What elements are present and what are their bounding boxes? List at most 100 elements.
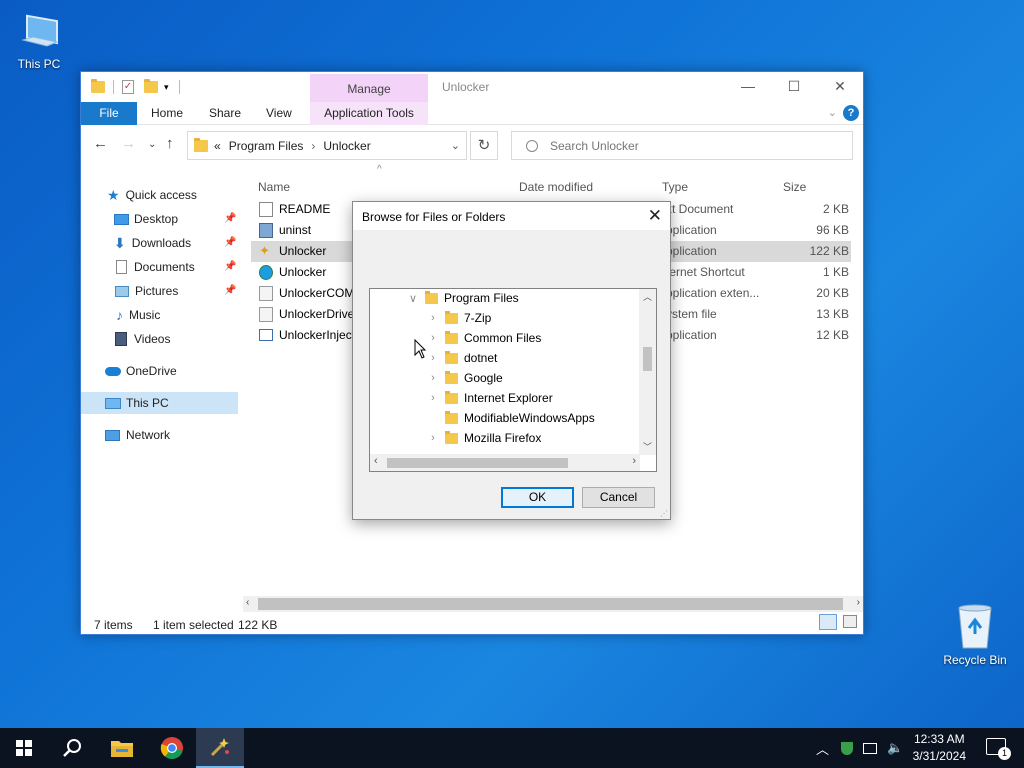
tree-item-common-files[interactable]: › Common Files	[425, 328, 541, 348]
chevron-right-icon[interactable]: ›	[425, 392, 441, 404]
search-input[interactable]: Search Unlocker	[511, 131, 853, 160]
sidebar-item-label: Documents	[134, 260, 195, 274]
sidebar-item-pictures[interactable]: Pictures 📌	[81, 280, 238, 302]
tree-item-modifiablewindowsapps[interactable]: ModifiableWindowsApps	[425, 408, 595, 428]
scroll-left-icon[interactable]: ‹	[374, 455, 378, 467]
tree-item-program-files[interactable]: ∨ Program Files	[405, 288, 519, 308]
chevron-down-icon[interactable]: ∨	[405, 292, 421, 305]
scroll-right-icon[interactable]: ›	[857, 597, 860, 608]
ok-button[interactable]: OK	[501, 487, 574, 508]
details-view-icon[interactable]	[819, 614, 837, 630]
file-size: 122 KB	[809, 244, 849, 258]
back-arrow-icon[interactable]: ←	[93, 135, 108, 152]
sidebar-item-this-pc[interactable]: This PC	[81, 392, 238, 414]
scroll-up-icon[interactable]: ︿	[643, 290, 652, 303]
chevron-right-icon[interactable]: ›	[425, 332, 441, 344]
network-status-icon[interactable]	[863, 742, 878, 754]
up-arrow-icon[interactable]: ↑	[166, 135, 174, 152]
maximize-button[interactable]: ☐	[771, 72, 817, 102]
column-header-size[interactable]: Size	[783, 180, 806, 194]
column-header-date-modified[interactable]: Date modified	[519, 180, 593, 194]
sidebar-item-network[interactable]: Network	[81, 424, 238, 446]
sidebar-item-music[interactable]: ♪ Music	[81, 304, 238, 326]
properties-check-icon[interactable]: ✓	[122, 80, 134, 94]
breadcrumb-overflow[interactable]: «	[214, 139, 221, 153]
scrollbar-thumb[interactable]	[643, 347, 652, 371]
forward-arrow-icon[interactable]: →	[121, 135, 136, 152]
file-name: UnlockerInject	[279, 328, 356, 342]
tab-manage[interactable]: Manage	[310, 74, 428, 102]
column-header-type[interactable]: Type	[662, 180, 688, 194]
breadcrumb-program-files[interactable]: Program Files	[229, 139, 304, 153]
new-folder-icon[interactable]	[144, 79, 158, 93]
breadcrumb-unlocker[interactable]: Unlocker	[323, 139, 370, 153]
help-icon[interactable]: ?	[843, 105, 859, 121]
folder-open-icon	[425, 290, 438, 304]
sidebar-item-quick-access[interactable]: ★ Quick access	[81, 184, 238, 206]
clock[interactable]: 12:33 AM 3/31/2024	[913, 731, 966, 765]
scroll-down-icon[interactable]: ﹀	[643, 440, 652, 453]
sidebar-item-downloads[interactable]: ⬇ Downloads 📌	[81, 232, 238, 254]
sidebar-item-label: Downloads	[131, 236, 192, 250]
scrollbar-thumb[interactable]	[387, 458, 568, 468]
tab-share[interactable]: Share	[195, 102, 255, 125]
chevron-right-icon[interactable]: ›	[425, 312, 441, 324]
tree-item-label: Program Files	[444, 291, 519, 305]
security-shield-icon[interactable]	[841, 741, 854, 755]
sidebar-item-documents[interactable]: Documents 📌	[81, 256, 238, 278]
chevron-right-icon[interactable]: ›	[425, 432, 441, 444]
sidebar-item-videos[interactable]: Videos	[81, 328, 238, 350]
tree-item-internet-explorer[interactable]: › Internet Explorer	[425, 388, 553, 408]
unlocker-wand-icon	[210, 738, 229, 757]
file-type: pplication	[666, 328, 717, 342]
music-note-icon: ♪	[116, 307, 123, 323]
sidebar-item-desktop[interactable]: Desktop 📌	[81, 208, 238, 230]
resize-grip-icon[interactable]: ⋰	[660, 509, 668, 518]
chevron-right-icon[interactable]: ›	[425, 372, 441, 384]
taskbar-file-explorer[interactable]	[98, 728, 146, 768]
taskbar-unlocker[interactable]	[196, 728, 244, 768]
tab-home[interactable]: Home	[137, 102, 197, 125]
close-button[interactable]: ✕	[817, 72, 863, 102]
address-bar[interactable]: « Program Files › Unlocker ⌄	[187, 131, 467, 160]
tab-file[interactable]: File	[81, 102, 137, 125]
dialog-titlebar[interactable]: Browse for Files or Folders ✕	[353, 202, 670, 230]
minimize-button[interactable]: —	[725, 72, 771, 102]
customize-qa-chevron-icon[interactable]: ▾	[164, 82, 169, 93]
navigation-pane: ★ Quick access Desktop 📌 ⬇ Downloads 📌 D…	[81, 172, 238, 617]
scroll-left-icon[interactable]: ‹	[246, 597, 249, 608]
address-dropdown-chevron-icon[interactable]: ⌄	[451, 139, 460, 152]
volume-muted-icon[interactable]: 🔈	[887, 740, 903, 756]
notifications-icon[interactable]: 1	[986, 738, 1011, 760]
file-size: 20 KB	[816, 286, 849, 300]
sidebar-item-onedrive[interactable]: OneDrive	[81, 360, 238, 382]
close-icon[interactable]: ✕	[648, 206, 662, 226]
folder-tree[interactable]: ∨ Program Files › 7-Zip › Common Files ›…	[369, 288, 657, 472]
show-hidden-icons-chevron-icon[interactable]: ︿	[816, 739, 829, 758]
status-bar: 7 items 1 item selected 122 KB	[81, 609, 863, 635]
tree-horizontal-scrollbar[interactable]: ‹ ›	[370, 454, 640, 471]
refresh-button[interactable]: ↻	[470, 131, 498, 160]
column-header-name[interactable]: Name	[258, 180, 290, 194]
tree-item-mozilla-firefox[interactable]: › Mozilla Firefox	[425, 428, 541, 448]
desktop-icon-recycle-bin[interactable]: Recycle Bin	[936, 602, 1014, 667]
tab-view[interactable]: View	[252, 102, 306, 125]
desktop-icon-this-pc[interactable]: This PC	[0, 10, 78, 71]
taskbar-chrome[interactable]	[148, 728, 196, 768]
expand-ribbon-chevron-icon[interactable]: ⌄	[828, 106, 837, 119]
browse-dialog: Browse for Files or Folders ✕ ∨ Program …	[352, 201, 671, 520]
chevron-right-icon[interactable]: ›	[425, 352, 441, 364]
recent-locations-chevron-icon[interactable]: ⌄	[148, 139, 156, 150]
cancel-button[interactable]: Cancel	[582, 487, 655, 508]
large-icons-view-icon[interactable]	[843, 615, 857, 628]
scroll-right-icon[interactable]: ›	[632, 455, 636, 467]
explorer-titlebar[interactable]: ✓ ▾ Manage Unlocker — ☐ ✕	[81, 72, 863, 102]
search-button[interactable]	[48, 728, 96, 768]
tree-vertical-scrollbar[interactable]: ︿ ﹀	[639, 289, 656, 455]
tree-item-google[interactable]: › Google	[425, 368, 503, 388]
tab-application-tools[interactable]: Application Tools	[310, 102, 428, 125]
tree-item-dotnet[interactable]: › dotnet	[425, 348, 497, 368]
file-name: UnlockerCOM	[279, 286, 355, 300]
start-button[interactable]	[0, 728, 48, 768]
tree-item-7zip[interactable]: › 7-Zip	[425, 308, 491, 328]
